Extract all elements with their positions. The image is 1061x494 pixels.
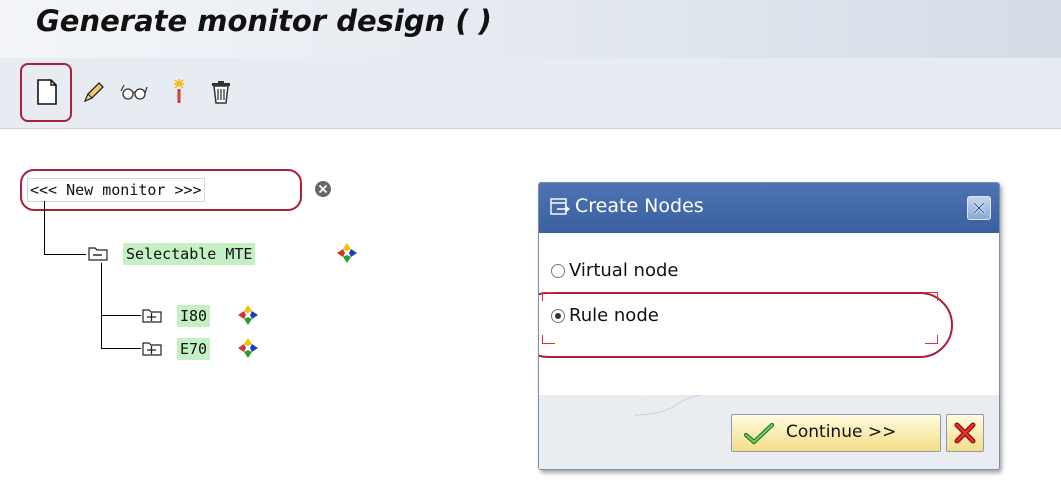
continue-button[interactable]: Continue >> bbox=[731, 414, 941, 452]
close-icon bbox=[973, 202, 985, 214]
page-title: Generate monitor design ( ) bbox=[36, 4, 492, 38]
delete-button[interactable] bbox=[204, 75, 238, 109]
dialog-close-button[interactable] bbox=[967, 196, 991, 220]
magic-wand-icon bbox=[174, 79, 184, 103]
status-circle-icon bbox=[315, 181, 331, 197]
tree-node-leaf[interactable]: E70 bbox=[177, 338, 211, 360]
highlight-new-button-mark bbox=[20, 63, 72, 122]
highlight-root-mark bbox=[20, 169, 302, 211]
glasses-display-icon bbox=[120, 84, 148, 100]
virtual-node-label: Virtual node bbox=[569, 260, 679, 281]
edit-button[interactable] bbox=[76, 75, 110, 109]
display-button[interactable] bbox=[117, 75, 151, 109]
title-bar: Generate monitor design ( ) bbox=[0, 0, 1061, 58]
selection-corner-marks bbox=[542, 292, 938, 344]
tree-connector-horizontal bbox=[44, 254, 86, 255]
node-type-diamond-icon bbox=[337, 243, 357, 263]
tree-node-selectable-mte[interactable]: Selectable MTE bbox=[123, 243, 256, 265]
dialog-window-icon bbox=[550, 198, 570, 215]
tree-connector-vertical-2 bbox=[101, 263, 102, 349]
tree-node-leaf[interactable]: I80 bbox=[177, 305, 211, 327]
toolbar bbox=[0, 58, 1061, 129]
dialog-title: Create Nodes bbox=[575, 195, 704, 217]
folder-collapse-icon[interactable] bbox=[88, 245, 108, 261]
tree-connector-leaf-1 bbox=[101, 315, 141, 316]
folder-expand-icon[interactable] bbox=[142, 340, 162, 356]
create-nodes-dialog: Create Nodes Virtual node Rule node Cont… bbox=[538, 182, 1000, 470]
node-type-diamond-icon bbox=[238, 338, 258, 358]
tree-connector-leaf-2 bbox=[101, 348, 141, 349]
folder-expand-icon[interactable] bbox=[142, 307, 162, 323]
dialog-title-bar[interactable]: Create Nodes bbox=[539, 183, 999, 233]
wizard-button[interactable] bbox=[162, 75, 196, 109]
trash-delete-icon bbox=[212, 81, 230, 104]
virtual-node-radio[interactable] bbox=[551, 264, 565, 278]
node-type-diamond-icon bbox=[238, 305, 258, 325]
tree-connector-vertical bbox=[44, 201, 45, 255]
pencil-edit-icon bbox=[83, 82, 104, 103]
cancel-x-icon bbox=[954, 422, 976, 444]
continue-label: Continue >> bbox=[786, 422, 897, 442]
checkmark-icon bbox=[744, 423, 774, 445]
cancel-button[interactable] bbox=[946, 414, 984, 452]
